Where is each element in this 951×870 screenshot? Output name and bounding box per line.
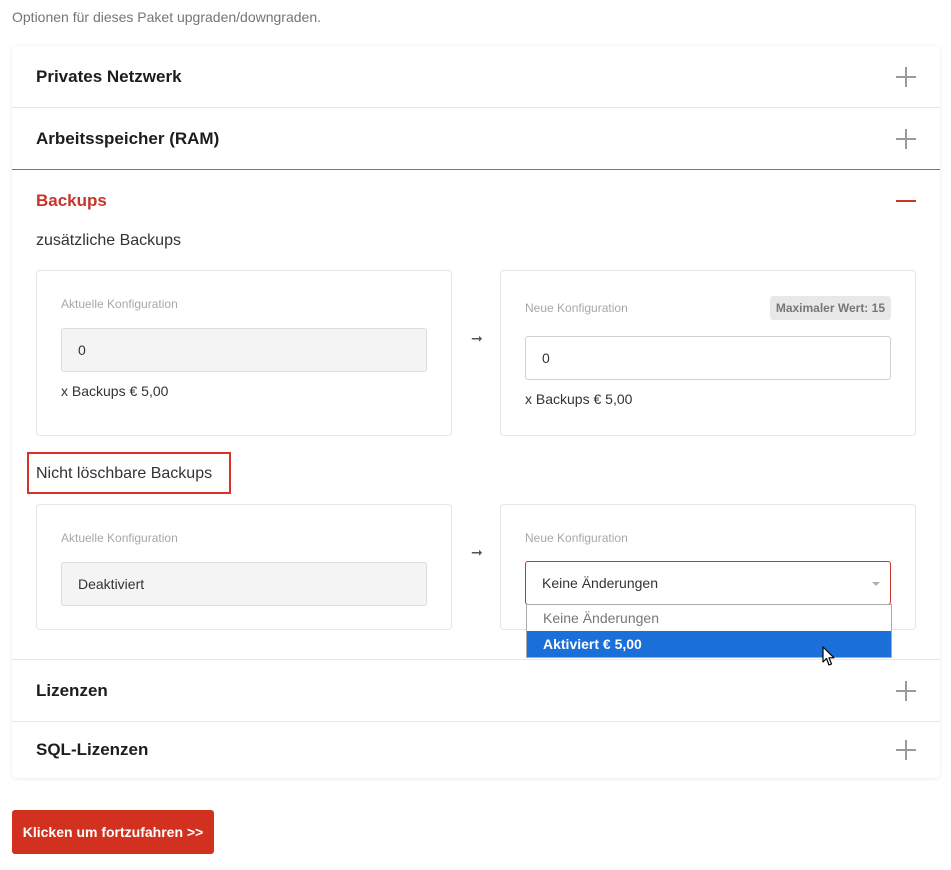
card-label: Aktuelle Konfiguration: [61, 531, 178, 545]
accordion-title: Arbeitsspeicher (RAM): [36, 129, 220, 148]
accordion-header-licenses[interactable]: Lizenzen: [12, 660, 940, 722]
section-label-additional-backups: zusätzliche Backups: [36, 232, 181, 249]
section-label-non-deletable-backups: Nicht löschbare Backups: [36, 465, 213, 482]
accordion-header-sql-licenses[interactable]: SQL-Lizenzen: [12, 722, 940, 778]
new-backups-input[interactable]: 0: [525, 336, 891, 380]
plus-icon[interactable]: [896, 740, 916, 760]
accordion-header-private-network[interactable]: Privates Netzwerk: [12, 46, 940, 108]
mouse-cursor-icon: [822, 646, 835, 666]
card-label: Neue Konfiguration: [525, 301, 628, 315]
plus-icon[interactable]: [896, 681, 916, 701]
select-dropdown-list: Keine Änderungen Aktiviert € 5,00: [526, 604, 892, 658]
current-non-deletable-field: Deaktiviert: [61, 562, 427, 606]
plus-icon[interactable]: [896, 129, 916, 149]
current-config-card: Aktuelle Konfiguration Deaktiviert: [36, 504, 452, 630]
select-option[interactable]: Keine Änderungen: [527, 605, 891, 631]
current-backups-field: 0: [61, 328, 427, 372]
current-config-card: Aktuelle Konfiguration 0 x Backups € 5,0…: [36, 270, 452, 436]
intro-text: Optionen für dieses Paket upgraden/downg…: [12, 9, 321, 25]
accordion-title-active: Backups: [36, 191, 107, 210]
new-config-card: Neue Konfiguration Maximaler Wert: 15 0 …: [500, 270, 916, 436]
upgrade-accordion: Privates Netzwerk Arbeitsspeicher (RAM) …: [12, 46, 940, 778]
minus-icon[interactable]: [896, 191, 916, 211]
select-value: Keine Änderungen: [542, 575, 658, 591]
select-option-highlighted[interactable]: Aktiviert € 5,00: [527, 631, 891, 657]
accordion-title: Lizenzen: [36, 681, 108, 700]
price-note: x Backups € 5,00: [525, 391, 633, 407]
accordion-title: SQL-Lizenzen: [36, 740, 149, 759]
continue-button[interactable]: Klicken um fortzufahren >>: [12, 810, 214, 854]
chevron-down-icon: [872, 582, 880, 586]
arrow-right-icon: ➞: [471, 544, 483, 560]
card-label: Neue Konfiguration: [525, 531, 628, 545]
non-deletable-select[interactable]: Keine Änderungen: [525, 561, 891, 605]
price-note: x Backups € 5,00: [61, 383, 169, 399]
accordion-header-ram[interactable]: Arbeitsspeicher (RAM): [12, 108, 940, 170]
card-label: Aktuelle Konfiguration: [61, 297, 178, 311]
arrow-right-icon: ➞: [471, 330, 483, 346]
plus-icon[interactable]: [896, 67, 916, 87]
accordion-header-backups[interactable]: Backups: [12, 170, 940, 232]
max-value-badge: Maximaler Wert: 15: [769, 296, 891, 320]
accordion-title: Privates Netzwerk: [36, 67, 182, 86]
